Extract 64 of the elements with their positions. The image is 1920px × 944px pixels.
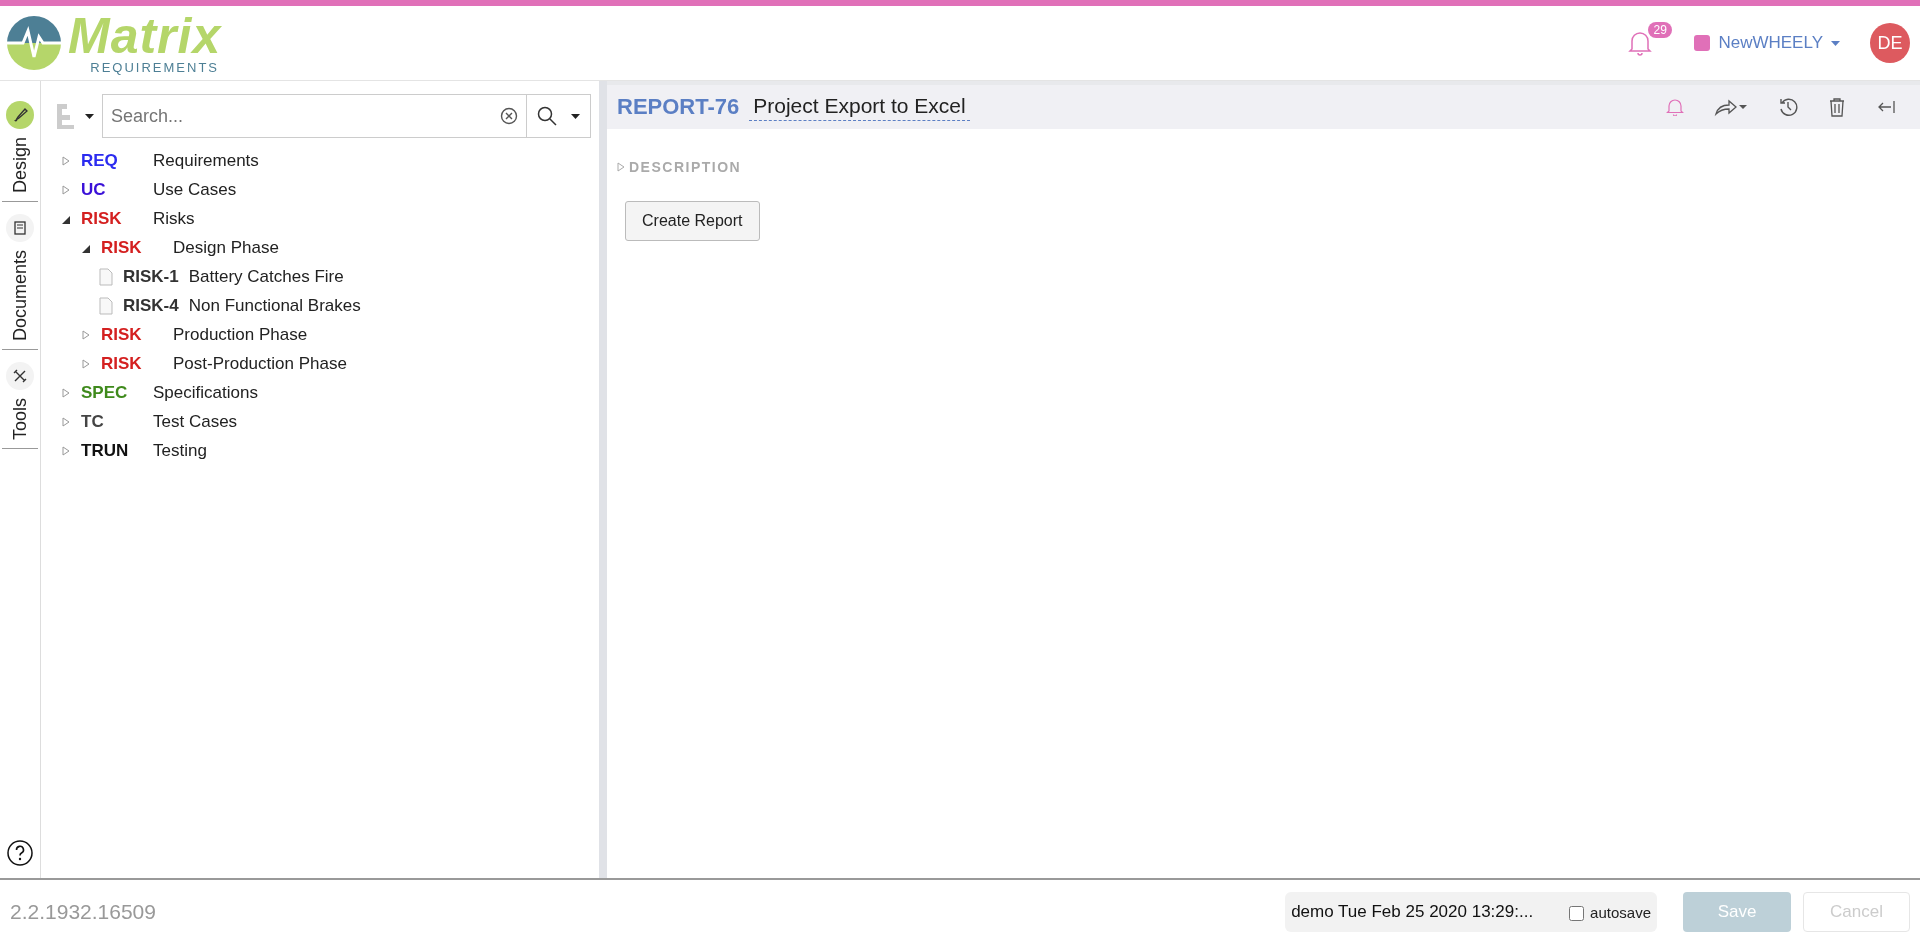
document-icon [99, 267, 113, 286]
collapsed-triangle-icon[interactable] [62, 387, 70, 398]
autosave-label: autosave [1590, 903, 1651, 921]
search-icon [537, 106, 557, 126]
tools-icon [6, 362, 34, 391]
brush-icon [6, 101, 34, 129]
collapsed-triangle-icon[interactable] [62, 184, 70, 195]
category-label: RISK-4 [123, 295, 179, 316]
logo-tagline: REQUIREMENTS [90, 59, 219, 75]
collapsed-triangle-icon[interactable] [62, 445, 70, 456]
share-icon[interactable] [1714, 97, 1748, 117]
autosave-checkbox[interactable] [1569, 905, 1585, 921]
side-tab[interactable]: Documents [2, 214, 38, 351]
notifications-button[interactable] [1628, 30, 1653, 56]
user-avatar[interactable]: DE [1870, 23, 1910, 63]
collapsed-triangle-icon[interactable] [82, 329, 90, 340]
item-title[interactable]: Project Export to Excel [749, 93, 970, 121]
collapsed-triangle-icon[interactable] [62, 416, 70, 427]
last-saved-text: demo Tue Feb 25 2020 13:29:... [1291, 902, 1534, 922]
tree-item-label[interactable]: Post-Production Phase [173, 353, 347, 374]
category-label: RISK [101, 237, 143, 258]
category-label: RISK [101, 324, 143, 345]
category-label: SPEC [81, 382, 129, 403]
caret-icon [1831, 40, 1840, 46]
tree-item-label[interactable]: Test Cases [153, 411, 238, 432]
tree-item-label[interactable]: Non Functional Brakes [188, 295, 361, 316]
document-icon [6, 214, 34, 243]
category-label: RISK [81, 208, 123, 229]
search-field[interactable]: Search... [102, 94, 591, 138]
tree-item-label[interactable]: Specifications [153, 382, 258, 403]
logo-name: Matrix [68, 11, 222, 60]
category-label: REQ [81, 150, 119, 171]
tree-item-label[interactable]: Battery Catches Fire [188, 266, 344, 287]
side-tab[interactable]: Design [2, 101, 38, 203]
category-label: UC [81, 179, 107, 200]
tree-item-label[interactable]: Production Phase [173, 324, 308, 345]
logo-icon [4, 13, 64, 73]
project-selector[interactable]: NewWHEELY [1688, 32, 1846, 54]
item-id: REPORT-76 [617, 94, 740, 120]
category-label: TC [81, 411, 105, 432]
help-icon[interactable] [7, 840, 33, 866]
category-label: RISK [101, 353, 143, 374]
history-icon[interactable] [1778, 97, 1798, 117]
document-icon [99, 296, 113, 315]
collapse-icon[interactable] [1876, 99, 1896, 115]
collapsed-triangle-icon[interactable] [62, 155, 70, 166]
tree-item-label[interactable]: Requirements [153, 150, 259, 171]
side-tab[interactable]: Tools [2, 362, 38, 450]
tree-item-label[interactable]: Risks [153, 208, 195, 229]
caret-icon [85, 113, 94, 119]
caret-icon [571, 113, 580, 119]
collapsed-triangle-icon[interactable] [82, 358, 90, 369]
trash-icon[interactable] [1828, 97, 1846, 117]
tree-item-label[interactable]: Design Phase [173, 237, 279, 258]
bell-icon[interactable] [1666, 98, 1684, 116]
clear-icon[interactable] [500, 107, 518, 125]
tree-item-label[interactable]: Use Cases [153, 179, 237, 200]
category-label: TRUN [81, 440, 130, 461]
create-report-button[interactable]: Create Report [625, 201, 760, 241]
category-label: RISK-1 [123, 266, 179, 287]
collapsed-triangle-icon [617, 162, 625, 172]
tree-item-label[interactable]: Testing [153, 440, 207, 461]
notification-count: 29 [1648, 22, 1672, 38]
version-label: 2.2.1932.16509 [10, 900, 156, 924]
